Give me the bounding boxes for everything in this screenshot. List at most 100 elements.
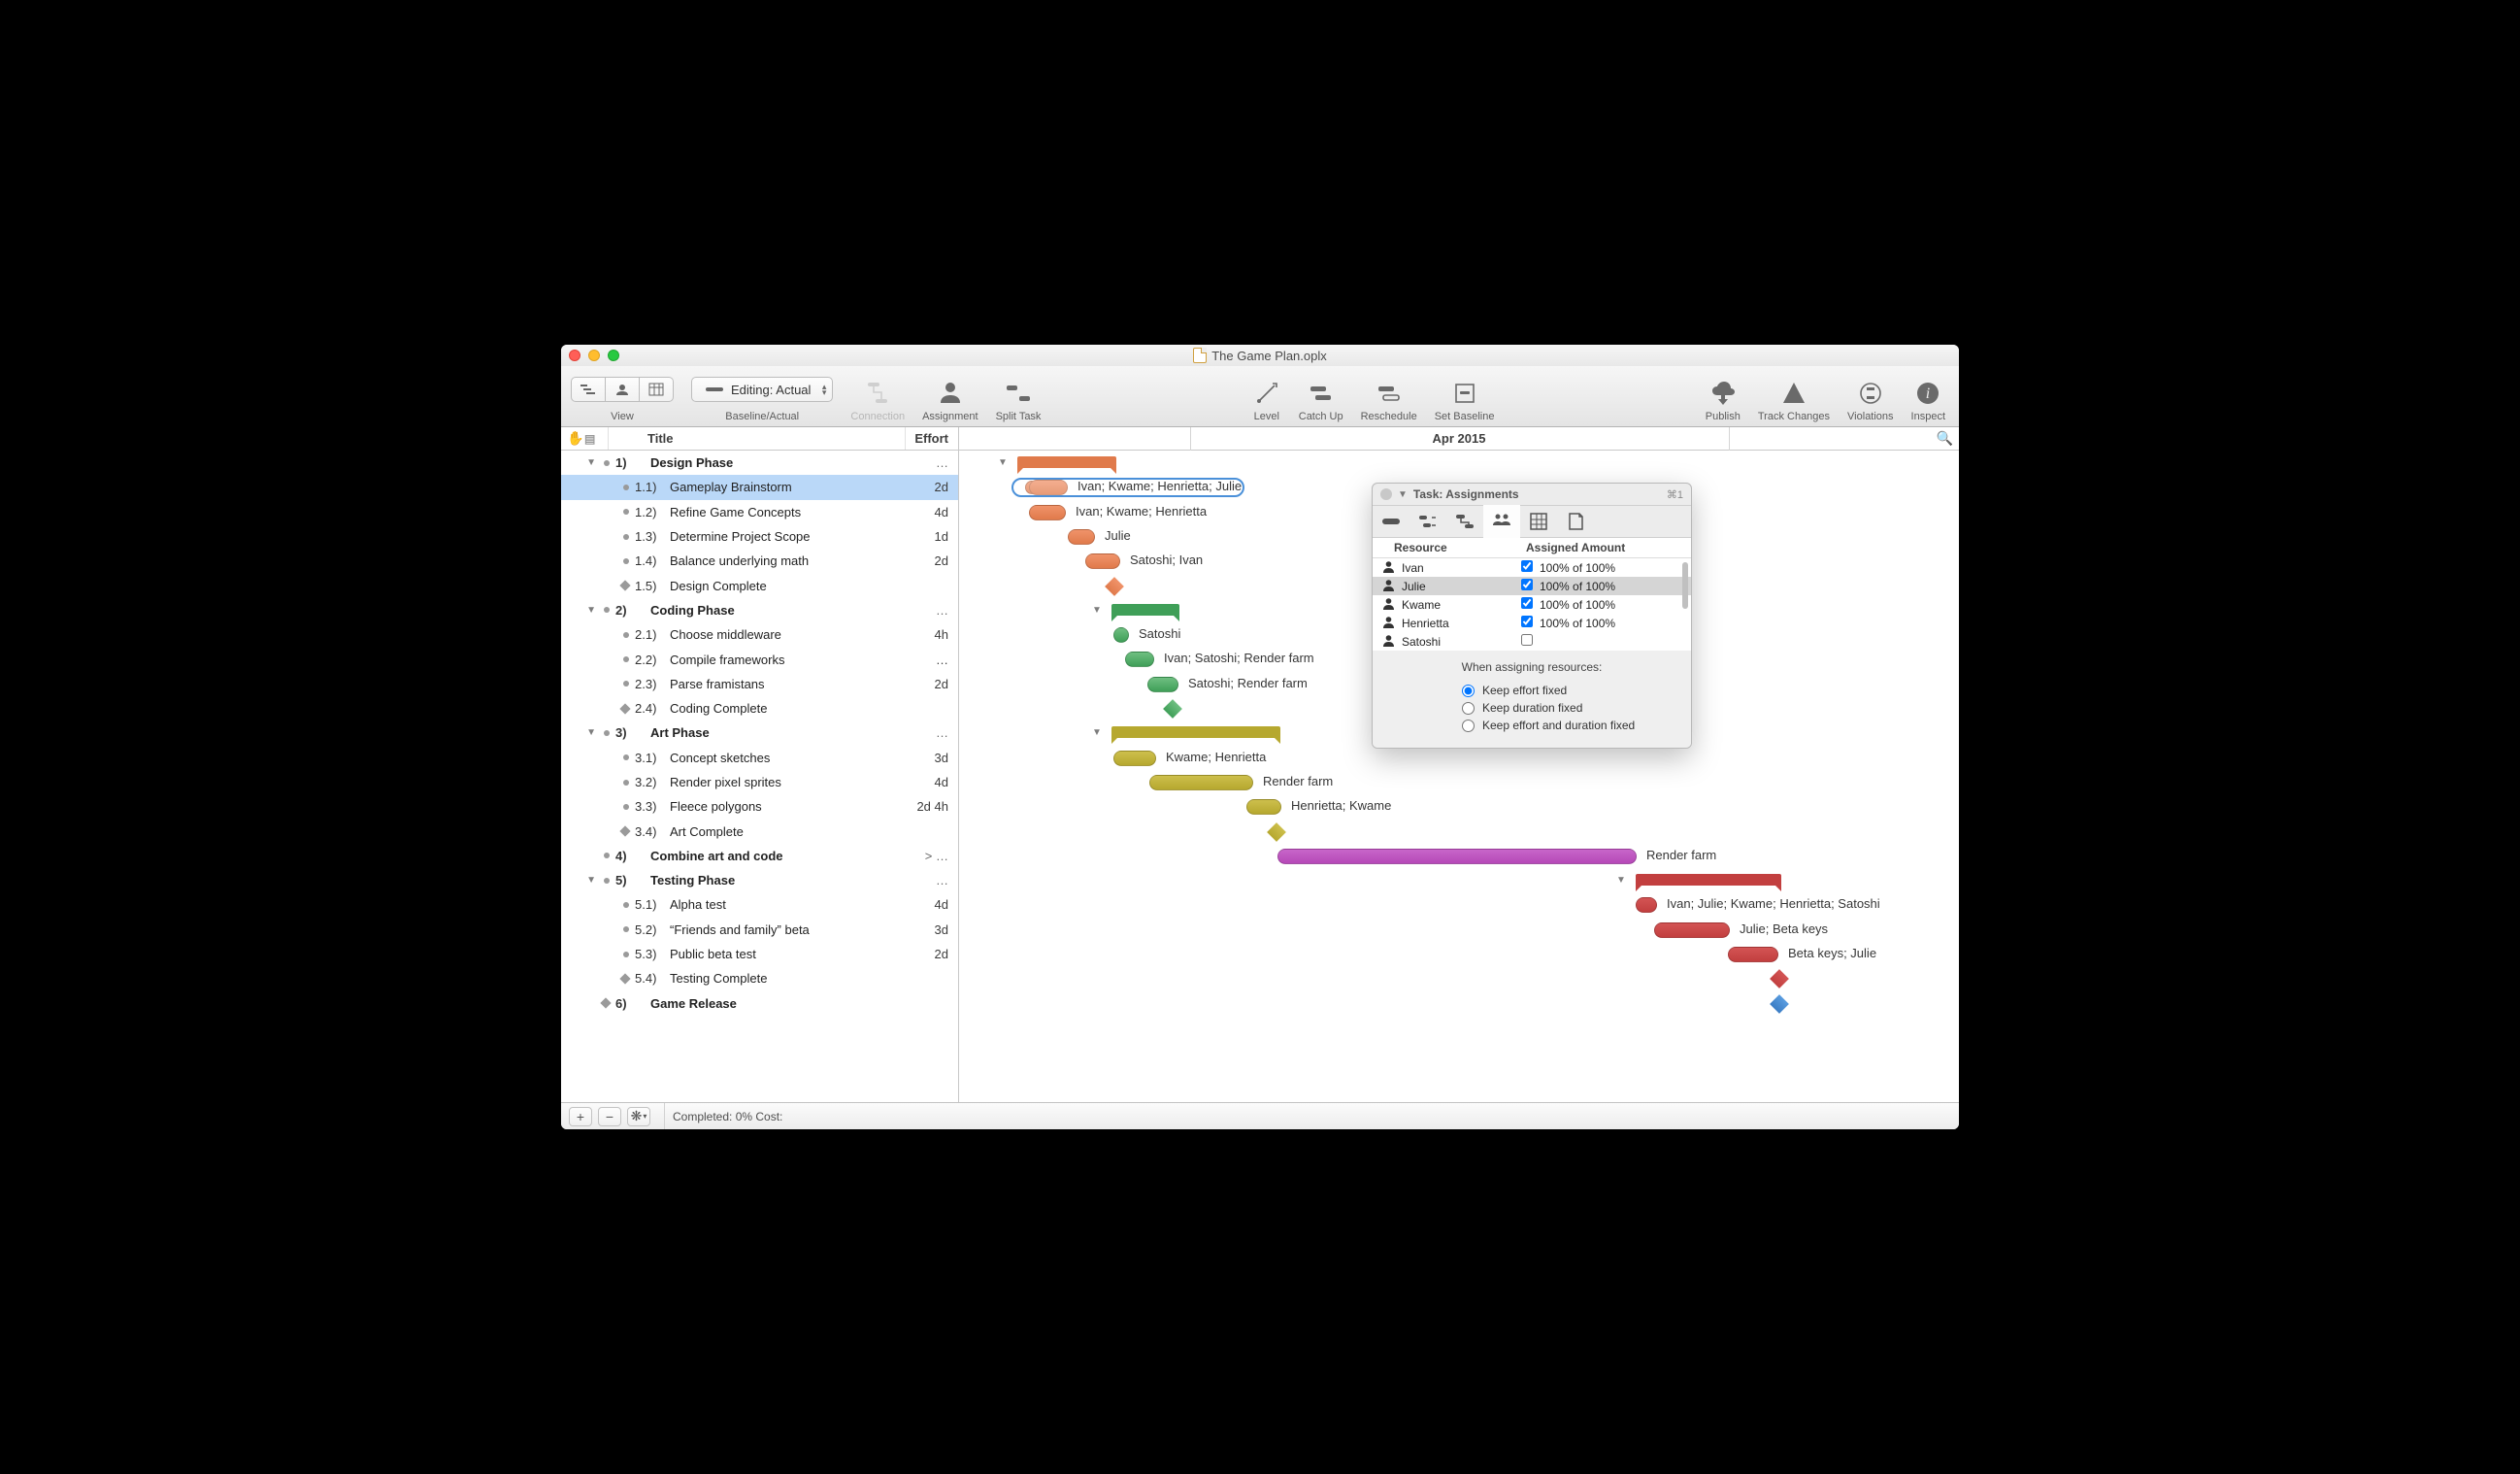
row-title[interactable]: Art Complete (668, 824, 896, 839)
column-title[interactable]: Title (609, 431, 905, 446)
resource-amount[interactable]: 100% of 100% (1540, 580, 1681, 593)
row-title[interactable]: Balance underlying math (668, 553, 896, 568)
row-title[interactable]: Combine art and code (648, 849, 896, 863)
violations-icon[interactable] (1857, 380, 1884, 407)
row-title[interactable]: Gameplay Brainstorm (668, 480, 896, 494)
split-task-icon[interactable] (1005, 380, 1032, 407)
resource-assigned-checkbox[interactable] (1521, 579, 1533, 590)
row-effort[interactable]: 3d (896, 922, 948, 937)
row-effort[interactable]: 2d (896, 677, 948, 691)
gantt-milestone[interactable] (1163, 699, 1182, 719)
outline-row[interactable]: 3.2)Render pixel sprites4d (561, 770, 958, 794)
outline-row[interactable]: 1.5)Design Complete (561, 573, 958, 597)
row-effort[interactable]: 4d (896, 775, 948, 789)
baseline-selector[interactable]: Editing: Actual ▴▾ (691, 377, 833, 402)
row-effort[interactable]: … (896, 873, 948, 888)
row-effort[interactable]: 4d (896, 505, 948, 519)
level-icon[interactable] (1253, 380, 1280, 407)
inspector-resource-row[interactable]: Ivan100% of 100% (1373, 558, 1691, 577)
assignment-icon[interactable] (937, 380, 964, 407)
remove-button[interactable]: − (598, 1107, 621, 1126)
row-title[interactable]: Fleece polygons (668, 799, 896, 814)
hand-icon[interactable]: ✋ (567, 430, 580, 447)
row-effort[interactable]: 2d 4h (896, 799, 948, 814)
gantt-milestone[interactable] (1105, 577, 1124, 596)
set-baseline-icon[interactable] (1451, 380, 1478, 407)
gantt-group-bar[interactable] (1111, 604, 1179, 616)
gantt-task-bar[interactable] (1113, 627, 1129, 643)
row-title[interactable]: Determine Project Scope (668, 529, 896, 544)
outline-row[interactable]: 3.4)Art Complete (561, 819, 958, 843)
view-resource-button[interactable] (606, 377, 640, 402)
inspector-tab-custom[interactable] (1520, 505, 1557, 538)
gantt-task-bar[interactable] (1147, 677, 1178, 692)
disclosure-triangle-icon[interactable]: ▼ (586, 457, 596, 468)
outline-row[interactable]: ▼5)Testing Phase… (561, 868, 958, 892)
row-title[interactable]: “Friends and family” beta (668, 922, 896, 937)
gantt-disclosure-icon[interactable]: ▼ (1616, 875, 1626, 886)
disclosure-triangle-icon[interactable]: ▼ (586, 727, 596, 738)
gear-button[interactable]: ❋▾ (627, 1107, 650, 1126)
outline-body[interactable]: ▼1)Design Phase…1.1)Gameplay Brainstorm2… (561, 451, 958, 1102)
gantt-task-bar[interactable] (1246, 799, 1281, 815)
inspector-col-resource[interactable]: Resource (1382, 541, 1526, 554)
outline-row[interactable]: 1.2)Refine Game Concepts4d (561, 500, 958, 524)
row-effort[interactable]: 2d (896, 553, 948, 568)
resource-amount[interactable]: 100% of 100% (1540, 617, 1681, 630)
outline-row[interactable]: 4)Combine art and code> … (561, 844, 958, 868)
disclosure-triangle-icon[interactable]: ▼ (586, 875, 596, 886)
track-changes-button[interactable]: Track Changes (1758, 411, 1830, 422)
outline-row[interactable]: ▼2)Coding Phase… (561, 598, 958, 622)
row-effort[interactable]: … (896, 603, 948, 618)
outline-row[interactable]: 2.3)Parse framistans2d (561, 672, 958, 696)
inspector-tab-schedule[interactable] (1409, 505, 1446, 538)
gantt-task-bar[interactable] (1068, 529, 1095, 545)
resource-assigned-checkbox[interactable] (1521, 634, 1533, 646)
gantt-task-bar[interactable] (1125, 652, 1154, 667)
gantt-task-bar[interactable] (1149, 775, 1253, 790)
row-title[interactable]: Testing Complete (668, 971, 896, 986)
row-title[interactable]: Compile frameworks (668, 653, 896, 667)
row-effort[interactable]: > … (896, 849, 948, 863)
inspector-tab-task[interactable] (1373, 505, 1409, 538)
row-effort[interactable]: 2d (896, 947, 948, 961)
disclosure-triangle-icon[interactable]: ▼ (586, 605, 596, 616)
keep-both-fixed-radio[interactable]: Keep effort and duration fixed (1386, 717, 1677, 734)
column-effort[interactable]: Effort (906, 431, 952, 446)
resource-amount[interactable]: 100% of 100% (1540, 598, 1681, 612)
inspector-resource-row[interactable]: Satoshi (1373, 632, 1691, 651)
row-effort[interactable]: 1d (896, 529, 948, 544)
row-title[interactable]: Refine Game Concepts (668, 505, 896, 519)
row-title[interactable]: Art Phase (648, 725, 896, 740)
outline-row[interactable]: 1.4)Balance underlying math2d (561, 549, 958, 573)
outline-row[interactable]: ▼3)Art Phase… (561, 720, 958, 745)
row-title[interactable]: Alpha test (668, 897, 896, 912)
row-effort[interactable]: … (896, 455, 948, 470)
view-gantt-button[interactable] (571, 377, 606, 402)
gantt-group-bar[interactable] (1017, 456, 1116, 468)
add-button[interactable]: + (569, 1107, 592, 1126)
resource-assigned-checkbox[interactable] (1521, 560, 1533, 572)
inspector-scrollbar[interactable] (1682, 562, 1688, 609)
row-title[interactable]: Concept sketches (668, 751, 896, 765)
inspector-popover[interactable]: ▼ Task: Assignments ⌘1 Resource Assigned… (1372, 483, 1692, 749)
set-baseline-button[interactable]: Set Baseline (1435, 411, 1495, 422)
row-title[interactable]: Public beta test (668, 947, 896, 961)
outline-row[interactable]: 5.3)Public beta test2d (561, 942, 958, 966)
inspector-tab-dependencies[interactable] (1446, 505, 1483, 538)
outline-row[interactable]: 2.2)Compile frameworks… (561, 647, 958, 671)
row-effort[interactable]: 4h (896, 627, 948, 642)
gantt-milestone[interactable] (1267, 822, 1286, 842)
gantt-disclosure-icon[interactable]: ▼ (1092, 605, 1102, 616)
outline-row[interactable]: 5.2)“Friends and family” beta3d (561, 918, 958, 942)
outline-row[interactable]: ▼1)Design Phase… (561, 451, 958, 475)
inspector-disclosure-icon[interactable]: ▼ (1398, 489, 1408, 500)
row-effort[interactable]: … (896, 725, 948, 740)
outline-row[interactable]: 3.1)Concept sketches3d (561, 746, 958, 770)
outline-row[interactable]: 1.3)Determine Project Scope1d (561, 524, 958, 549)
inspector-resource-row[interactable]: Julie100% of 100% (1373, 577, 1691, 595)
titlebar[interactable]: The Game Plan.oplx (561, 345, 1959, 366)
row-title[interactable]: Testing Phase (648, 873, 896, 888)
assignment-button[interactable]: Assignment (922, 411, 978, 422)
row-effort[interactable]: 3d (896, 751, 948, 765)
